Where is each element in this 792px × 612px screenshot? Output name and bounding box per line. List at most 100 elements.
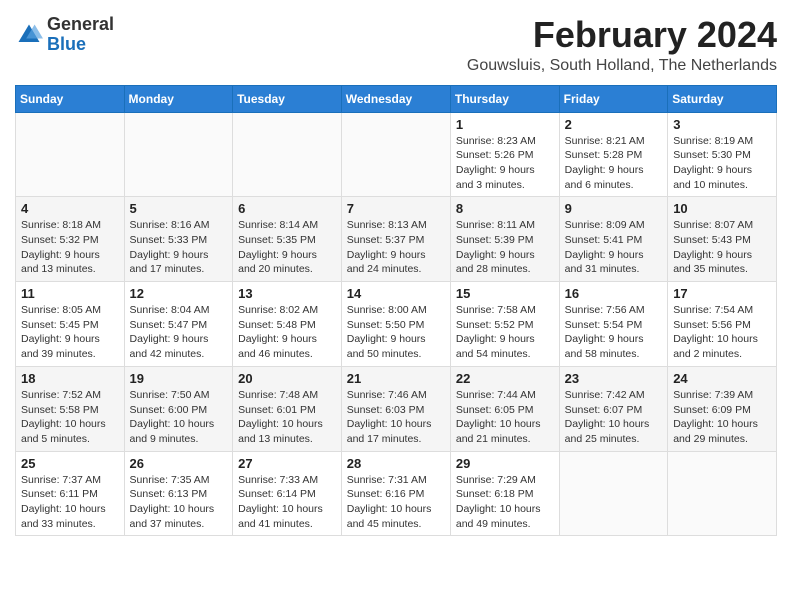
calendar-cell: 27 Sunrise: 7:33 AM Sunset: 6:14 PM Dayli… bbox=[233, 451, 342, 536]
calendar-cell: 15 Sunrise: 7:58 AM Sunset: 5:52 PM Dayli… bbox=[450, 282, 559, 367]
calendar-cell: 5 Sunrise: 8:16 AM Sunset: 5:33 PM Daylig… bbox=[124, 197, 233, 282]
calendar-week-3: 11 Sunrise: 8:05 AM Sunset: 5:45 PM Dayli… bbox=[16, 282, 777, 367]
calendar-cell: 11 Sunrise: 8:05 AM Sunset: 5:45 PM Dayli… bbox=[16, 282, 125, 367]
calendar-cell: 8 Sunrise: 8:11 AM Sunset: 5:39 PM Daylig… bbox=[450, 197, 559, 282]
weekday-header-saturday: Saturday bbox=[668, 85, 777, 112]
day-number: 25 bbox=[21, 456, 119, 471]
calendar-cell: 19 Sunrise: 7:50 AM Sunset: 6:00 PM Dayli… bbox=[124, 366, 233, 451]
calendar-body: 1 Sunrise: 8:23 AM Sunset: 5:26 PM Daylig… bbox=[16, 112, 777, 536]
weekday-header-wednesday: Wednesday bbox=[341, 85, 450, 112]
day-detail: Sunrise: 7:44 AM Sunset: 6:05 PM Dayligh… bbox=[456, 388, 554, 447]
logo-blue-text: Blue bbox=[47, 35, 114, 55]
weekday-header-tuesday: Tuesday bbox=[233, 85, 342, 112]
day-detail: Sunrise: 7:52 AM Sunset: 5:58 PM Dayligh… bbox=[21, 388, 119, 447]
day-number: 15 bbox=[456, 286, 554, 301]
day-detail: Sunrise: 8:00 AM Sunset: 5:50 PM Dayligh… bbox=[347, 303, 445, 362]
calendar-cell: 9 Sunrise: 8:09 AM Sunset: 5:41 PM Daylig… bbox=[559, 197, 668, 282]
day-number: 11 bbox=[21, 286, 119, 301]
day-detail: Sunrise: 7:33 AM Sunset: 6:14 PM Dayligh… bbox=[238, 473, 336, 532]
day-detail: Sunrise: 8:23 AM Sunset: 5:26 PM Dayligh… bbox=[456, 134, 554, 193]
day-number: 14 bbox=[347, 286, 445, 301]
day-detail: Sunrise: 7:37 AM Sunset: 6:11 PM Dayligh… bbox=[21, 473, 119, 532]
calendar-cell: 10 Sunrise: 8:07 AM Sunset: 5:43 PM Dayli… bbox=[668, 197, 777, 282]
calendar-cell bbox=[341, 112, 450, 197]
day-number: 27 bbox=[238, 456, 336, 471]
day-detail: Sunrise: 8:09 AM Sunset: 5:41 PM Dayligh… bbox=[565, 218, 663, 277]
day-number: 1 bbox=[456, 117, 554, 132]
calendar-cell: 22 Sunrise: 7:44 AM Sunset: 6:05 PM Dayli… bbox=[450, 366, 559, 451]
day-number: 28 bbox=[347, 456, 445, 471]
logo-icon bbox=[15, 21, 43, 49]
day-number: 17 bbox=[673, 286, 771, 301]
location-subtitle: Gouwsluis, South Holland, The Netherland… bbox=[467, 57, 777, 75]
day-detail: Sunrise: 7:46 AM Sunset: 6:03 PM Dayligh… bbox=[347, 388, 445, 447]
calendar-cell: 17 Sunrise: 7:54 AM Sunset: 5:56 PM Dayli… bbox=[668, 282, 777, 367]
day-number: 6 bbox=[238, 201, 336, 216]
day-detail: Sunrise: 7:58 AM Sunset: 5:52 PM Dayligh… bbox=[456, 303, 554, 362]
calendar-cell: 18Sunrise: 7:52 AM Sunset: 5:58 PM Dayli… bbox=[16, 366, 125, 451]
calendar-cell: 12 Sunrise: 8:04 AM Sunset: 5:47 PM Dayli… bbox=[124, 282, 233, 367]
weekday-header-monday: Monday bbox=[124, 85, 233, 112]
day-number: 19 bbox=[130, 371, 228, 386]
calendar-cell: 26 Sunrise: 7:35 AM Sunset: 6:13 PM Dayli… bbox=[124, 451, 233, 536]
day-detail: Sunrise: 8:02 AM Sunset: 5:48 PM Dayligh… bbox=[238, 303, 336, 362]
calendar-cell bbox=[559, 451, 668, 536]
day-detail: Sunrise: 7:56 AM Sunset: 5:54 PM Dayligh… bbox=[565, 303, 663, 362]
day-detail: Sunrise: 8:07 AM Sunset: 5:43 PM Dayligh… bbox=[673, 218, 771, 277]
calendar-cell: 21Sunrise: 7:46 AM Sunset: 6:03 PM Dayli… bbox=[341, 366, 450, 451]
calendar-cell bbox=[668, 451, 777, 536]
day-detail: Sunrise: 7:39 AM Sunset: 6:09 PM Dayligh… bbox=[673, 388, 771, 447]
day-detail: Sunrise: 7:35 AM Sunset: 6:13 PM Dayligh… bbox=[130, 473, 228, 532]
day-detail: Sunrise: 8:19 AM Sunset: 5:30 PM Dayligh… bbox=[673, 134, 771, 193]
day-number: 8 bbox=[456, 201, 554, 216]
day-detail: Sunrise: 7:50 AM Sunset: 6:00 PM Dayligh… bbox=[130, 388, 228, 447]
calendar-cell: 6 Sunrise: 8:14 AM Sunset: 5:35 PM Daylig… bbox=[233, 197, 342, 282]
logo: General Blue bbox=[15, 15, 114, 55]
weekday-header-sunday: Sunday bbox=[16, 85, 125, 112]
calendar-cell: 4Sunrise: 8:18 AM Sunset: 5:32 PM Daylig… bbox=[16, 197, 125, 282]
day-detail: Sunrise: 8:11 AM Sunset: 5:39 PM Dayligh… bbox=[456, 218, 554, 277]
day-detail: Sunrise: 8:05 AM Sunset: 5:45 PM Dayligh… bbox=[21, 303, 119, 362]
day-number: 23 bbox=[565, 371, 663, 386]
weekday-header-row: SundayMondayTuesdayWednesdayThursdayFrid… bbox=[16, 85, 777, 112]
calendar-cell: 24Sunrise: 7:39 AM Sunset: 6:09 PM Dayli… bbox=[668, 366, 777, 451]
day-detail: Sunrise: 7:48 AM Sunset: 6:01 PM Dayligh… bbox=[238, 388, 336, 447]
day-detail: Sunrise: 7:31 AM Sunset: 6:16 PM Dayligh… bbox=[347, 473, 445, 532]
day-detail: Sunrise: 7:29 AM Sunset: 6:18 PM Dayligh… bbox=[456, 473, 554, 532]
day-number: 2 bbox=[565, 117, 663, 132]
calendar-cell bbox=[16, 112, 125, 197]
calendar-cell: 25 Sunrise: 7:37 AM Sunset: 6:11 PM Dayli… bbox=[16, 451, 125, 536]
day-detail: Sunrise: 8:14 AM Sunset: 5:35 PM Dayligh… bbox=[238, 218, 336, 277]
calendar-cell bbox=[233, 112, 342, 197]
calendar-cell: 1 Sunrise: 8:23 AM Sunset: 5:26 PM Daylig… bbox=[450, 112, 559, 197]
day-detail: Sunrise: 8:21 AM Sunset: 5:28 PM Dayligh… bbox=[565, 134, 663, 193]
calendar-cell: 3 Sunrise: 8:19 AM Sunset: 5:30 PM Daylig… bbox=[668, 112, 777, 197]
day-number: 10 bbox=[673, 201, 771, 216]
calendar-cell: 7Sunrise: 8:13 AM Sunset: 5:37 PM Daylig… bbox=[341, 197, 450, 282]
day-number: 4 bbox=[21, 201, 119, 216]
calendar-cell: 29Sunrise: 7:29 AM Sunset: 6:18 PM Dayli… bbox=[450, 451, 559, 536]
day-detail: Sunrise: 8:04 AM Sunset: 5:47 PM Dayligh… bbox=[130, 303, 228, 362]
calendar-week-4: 18Sunrise: 7:52 AM Sunset: 5:58 PM Dayli… bbox=[16, 366, 777, 451]
day-detail: Sunrise: 7:42 AM Sunset: 6:07 PM Dayligh… bbox=[565, 388, 663, 447]
day-number: 9 bbox=[565, 201, 663, 216]
day-number: 12 bbox=[130, 286, 228, 301]
day-number: 22 bbox=[456, 371, 554, 386]
calendar-cell: 14 Sunrise: 8:00 AM Sunset: 5:50 PM Dayli… bbox=[341, 282, 450, 367]
month-year-title: February 2024 bbox=[467, 15, 777, 55]
logo-general-text: General bbox=[47, 15, 114, 35]
calendar-week-5: 25 Sunrise: 7:37 AM Sunset: 6:11 PM Dayli… bbox=[16, 451, 777, 536]
header: General Blue February 2024 Gouwsluis, So… bbox=[15, 15, 777, 75]
calendar-cell: 2 Sunrise: 8:21 AM Sunset: 5:28 PM Daylig… bbox=[559, 112, 668, 197]
calendar-cell: 13Sunrise: 8:02 AM Sunset: 5:48 PM Dayli… bbox=[233, 282, 342, 367]
day-detail: Sunrise: 8:13 AM Sunset: 5:37 PM Dayligh… bbox=[347, 218, 445, 277]
calendar-header: SundayMondayTuesdayWednesdayThursdayFrid… bbox=[16, 85, 777, 112]
day-number: 3 bbox=[673, 117, 771, 132]
day-detail: Sunrise: 8:16 AM Sunset: 5:33 PM Dayligh… bbox=[130, 218, 228, 277]
calendar-cell bbox=[124, 112, 233, 197]
calendar-cell: 20 Sunrise: 7:48 AM Sunset: 6:01 PM Dayli… bbox=[233, 366, 342, 451]
day-number: 26 bbox=[130, 456, 228, 471]
day-detail: Sunrise: 7:54 AM Sunset: 5:56 PM Dayligh… bbox=[673, 303, 771, 362]
day-number: 5 bbox=[130, 201, 228, 216]
day-number: 20 bbox=[238, 371, 336, 386]
